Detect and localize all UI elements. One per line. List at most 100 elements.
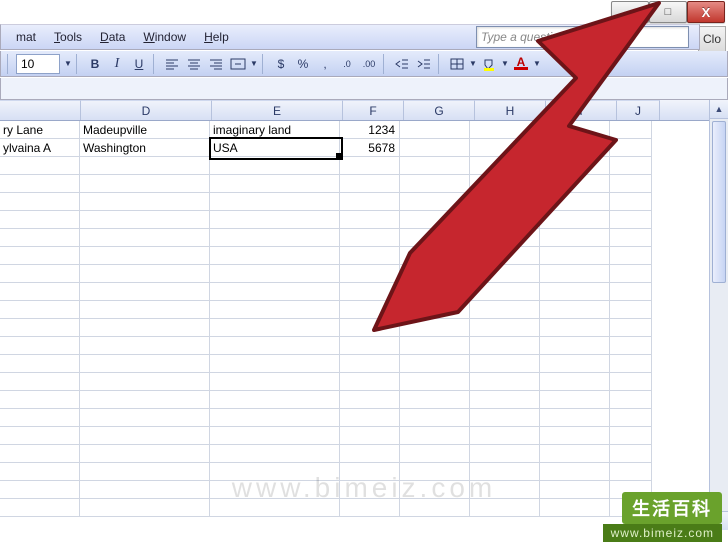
table-row[interactable] (0, 373, 728, 391)
cell[interactable] (470, 139, 540, 157)
menu-data[interactable]: Data (91, 27, 134, 47)
column-header-G[interactable]: G (404, 100, 475, 120)
chevron-down-icon[interactable]: ▼ (533, 59, 541, 68)
cell[interactable] (540, 157, 610, 175)
cell[interactable] (340, 319, 400, 337)
cell[interactable] (400, 337, 470, 355)
cell[interactable] (80, 265, 210, 283)
cell[interactable] (540, 193, 610, 211)
cell[interactable] (470, 481, 540, 499)
column-header-J[interactable]: J (617, 100, 660, 120)
cell[interactable] (80, 481, 210, 499)
menu-window[interactable]: Window (134, 27, 195, 47)
cell[interactable] (470, 499, 540, 517)
cell[interactable] (470, 301, 540, 319)
cell[interactable] (0, 445, 80, 463)
cell[interactable] (210, 391, 340, 409)
cell[interactable] (80, 283, 210, 301)
cell[interactable] (0, 463, 80, 481)
bold-button[interactable]: B (85, 54, 105, 74)
cell[interactable] (210, 373, 340, 391)
cell[interactable] (80, 427, 210, 445)
cell[interactable] (540, 373, 610, 391)
cell[interactable] (540, 481, 610, 499)
cell[interactable] (610, 139, 652, 157)
cell[interactable] (210, 247, 340, 265)
cell[interactable] (80, 337, 210, 355)
merge-center-button[interactable] (228, 54, 248, 74)
cell[interactable] (340, 265, 400, 283)
cell[interactable] (540, 301, 610, 319)
cell[interactable] (540, 175, 610, 193)
cell[interactable] (470, 337, 540, 355)
cell[interactable] (540, 391, 610, 409)
cell[interactable] (210, 463, 340, 481)
cell[interactable] (540, 409, 610, 427)
table-row[interactable] (0, 355, 728, 373)
cell[interactable] (540, 355, 610, 373)
cell[interactable] (540, 427, 610, 445)
percent-button[interactable]: % (293, 54, 313, 74)
cell[interactable] (610, 373, 652, 391)
cell[interactable] (400, 247, 470, 265)
column-header-partial[interactable] (0, 100, 81, 120)
cell[interactable] (610, 265, 652, 283)
currency-button[interactable]: $ (271, 54, 291, 74)
cell[interactable] (210, 193, 340, 211)
cell[interactable] (0, 499, 80, 517)
table-row[interactable]: ylvaina AWashingtonUSA5678 (0, 139, 728, 157)
cell[interactable] (470, 175, 540, 193)
cell[interactable] (0, 265, 80, 283)
cell[interactable] (80, 445, 210, 463)
cell[interactable] (0, 409, 80, 427)
cell[interactable] (400, 121, 470, 139)
cell[interactable] (540, 337, 610, 355)
cell[interactable] (400, 499, 470, 517)
cell[interactable] (400, 373, 470, 391)
cell[interactable] (0, 157, 80, 175)
table-row[interactable] (0, 301, 728, 319)
cell[interactable] (470, 319, 540, 337)
cell[interactable]: USA (210, 139, 340, 157)
underline-button[interactable]: U (129, 54, 149, 74)
cell[interactable] (340, 481, 400, 499)
cell[interactable] (400, 229, 470, 247)
cell[interactable] (340, 211, 400, 229)
cell[interactable] (400, 175, 470, 193)
cell[interactable] (400, 301, 470, 319)
cell[interactable] (470, 211, 540, 229)
cell[interactable] (340, 337, 400, 355)
increase-indent-button[interactable] (414, 54, 434, 74)
cell[interactable] (610, 337, 652, 355)
cell[interactable] (400, 409, 470, 427)
cell[interactable] (340, 157, 400, 175)
column-header-D[interactable]: D (81, 100, 212, 120)
chevron-down-icon[interactable]: ▼ (501, 59, 509, 68)
cell[interactable] (0, 337, 80, 355)
cell[interactable] (210, 337, 340, 355)
cell[interactable] (0, 301, 80, 319)
increase-decimal-button[interactable]: .0 (337, 54, 357, 74)
cell[interactable] (540, 283, 610, 301)
cell[interactable] (210, 445, 340, 463)
cell[interactable] (210, 175, 340, 193)
cell[interactable] (340, 373, 400, 391)
cell[interactable] (210, 481, 340, 499)
cell[interactable] (210, 211, 340, 229)
cell[interactable] (610, 355, 652, 373)
chevron-down-icon[interactable]: ▼ (469, 59, 477, 68)
cell[interactable] (340, 463, 400, 481)
cell[interactable] (400, 265, 470, 283)
cell[interactable] (80, 193, 210, 211)
cell[interactable] (340, 193, 400, 211)
table-row[interactable] (0, 283, 728, 301)
cell[interactable] (400, 355, 470, 373)
cell[interactable] (470, 409, 540, 427)
cell[interactable] (400, 319, 470, 337)
cell[interactable] (210, 265, 340, 283)
cell[interactable] (400, 463, 470, 481)
cell[interactable] (470, 121, 540, 139)
cell[interactable] (470, 355, 540, 373)
spreadsheet-grid[interactable]: D E F G H I J ry LaneMadeupvilleimaginar… (0, 100, 728, 530)
cell[interactable] (340, 355, 400, 373)
